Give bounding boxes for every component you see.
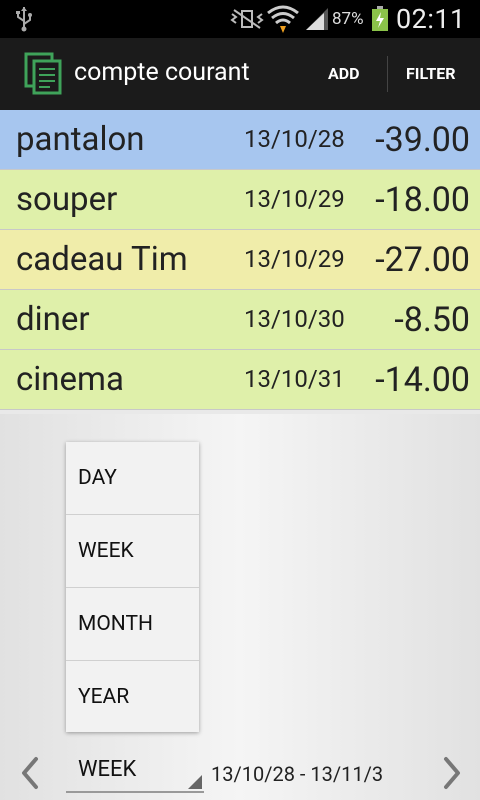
period-navigation-bar: WEEK 13/10/28 - 13/11/3 [0,745,480,800]
app-logo-icon[interactable] [24,52,64,96]
transaction-list: pantalon 13/10/28 -39.00 souper 13/10/29… [0,110,480,410]
period-option-month[interactable]: MONTH [66,588,199,661]
dropdown-corner-icon [188,775,202,789]
period-option-day[interactable]: DAY [66,442,199,515]
status-bar: 87% 02:11 [0,0,480,38]
period-option-week[interactable]: WEEK [66,515,199,588]
battery-charging-icon [372,6,388,31]
transaction-date: 13/10/29 [244,185,345,213]
clock: 02:11 [396,3,466,35]
transaction-date: 13/10/29 [244,245,345,273]
chevron-left-icon[interactable] [18,755,42,791]
add-button[interactable]: ADD [328,38,360,110]
transaction-amount: -14.00 [375,360,470,400]
transaction-amount: -27.00 [375,240,470,280]
transaction-date: 13/10/31 [244,365,345,393]
transaction-row[interactable]: souper 13/10/29 -18.00 [0,170,480,230]
transaction-amount: -8.50 [394,300,470,340]
wifi-icon [267,5,299,33]
transaction-amount: -18.00 [375,180,470,220]
transaction-amount: -39.00 [375,120,470,160]
transaction-row[interactable]: cadeau Tim 13/10/29 -27.00 [0,230,480,290]
chevron-right-icon[interactable] [440,755,464,791]
selected-period: WEEK [78,757,137,782]
transaction-name: pantalon [16,120,145,159]
transaction-date: 13/10/28 [244,125,345,153]
usb-icon [16,7,32,32]
vibrate-mute-icon [230,9,264,29]
transaction-name: cinema [16,360,124,399]
page-title: compte courant [74,58,250,87]
divider [387,56,388,92]
period-dropdown-menu: DAY WEEK MONTH YEAR [66,442,199,732]
signal-icon [306,8,328,30]
transaction-name: souper [16,180,118,219]
transaction-name: diner [16,300,90,339]
transaction-row[interactable]: pantalon 13/10/28 -39.00 [0,110,480,170]
transaction-row[interactable]: diner 13/10/30 -8.50 [0,290,480,350]
period-option-year[interactable]: YEAR [66,661,199,733]
date-range: 13/10/28 - 13/11/3 [211,762,384,786]
action-bar: compte courant ADD FILTER [0,38,480,110]
battery-percent: 87% [332,9,364,29]
period-spinner[interactable]: WEEK [66,747,204,793]
filter-button[interactable]: FILTER [406,38,456,110]
transaction-row[interactable]: cinema 13/10/31 -14.00 [0,350,480,410]
transaction-date: 13/10/30 [244,305,345,333]
transaction-name: cadeau Tim [16,240,188,279]
